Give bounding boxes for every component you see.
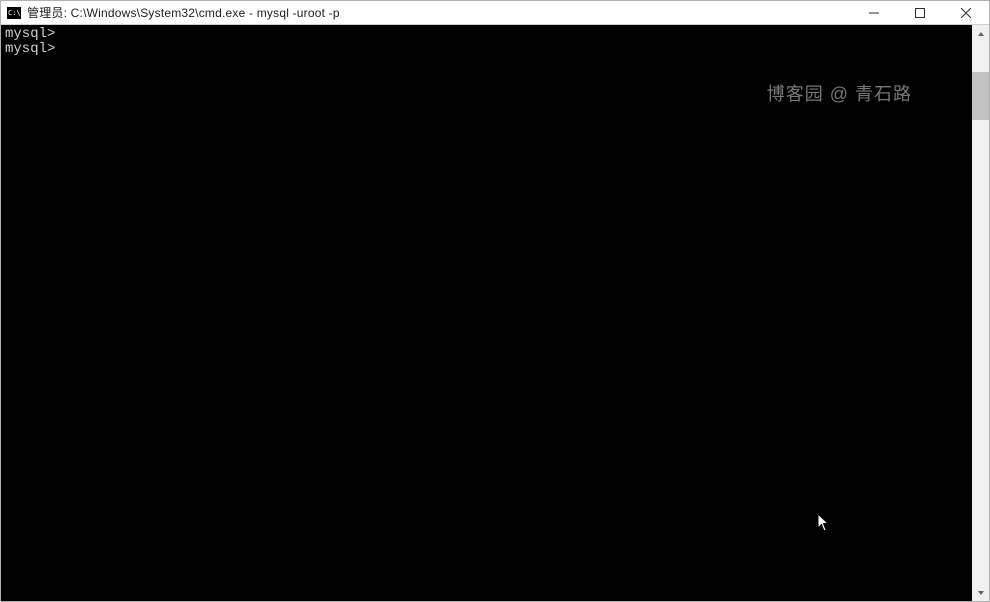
vertical-scrollbar[interactable] — [972, 25, 989, 601]
maximize-button[interactable] — [897, 1, 943, 24]
watermark-text: 博客园 @ 青石路 — [767, 87, 912, 102]
minimize-button[interactable] — [851, 1, 897, 24]
window-frame: 管理员: C:\Windows\System32\cmd.exe - mysql… — [0, 0, 990, 602]
terminal-line: mysql> — [5, 27, 972, 42]
mysql-prompt: mysql> — [5, 26, 55, 42]
client-area: mysql> mysql> 博客园 @ 青石路 — [1, 25, 989, 601]
terminal[interactable]: mysql> mysql> 博客园 @ 青石路 — [1, 25, 972, 601]
titlebar[interactable]: 管理员: C:\Windows\System32\cmd.exe - mysql… — [1, 1, 989, 25]
titlebar-left: 管理员: C:\Windows\System32\cmd.exe - mysql… — [1, 4, 851, 21]
chevron-down-icon — [977, 589, 985, 597]
window-controls — [851, 1, 989, 24]
terminal-line: mysql> — [5, 42, 972, 57]
cmd-icon — [7, 7, 21, 19]
scroll-down-button[interactable] — [972, 584, 989, 601]
maximize-icon — [915, 8, 925, 18]
scroll-up-button[interactable] — [972, 25, 989, 42]
close-icon — [961, 8, 971, 18]
chevron-up-icon — [977, 30, 985, 38]
minimize-icon — [869, 8, 879, 18]
mysql-prompt: mysql> — [5, 41, 55, 57]
mouse-cursor-icon — [817, 513, 831, 533]
close-button[interactable] — [943, 1, 989, 24]
window-title: 管理员: C:\Windows\System32\cmd.exe - mysql… — [27, 4, 340, 21]
scrollbar-track[interactable] — [972, 42, 989, 584]
scrollbar-thumb[interactable] — [972, 72, 989, 120]
